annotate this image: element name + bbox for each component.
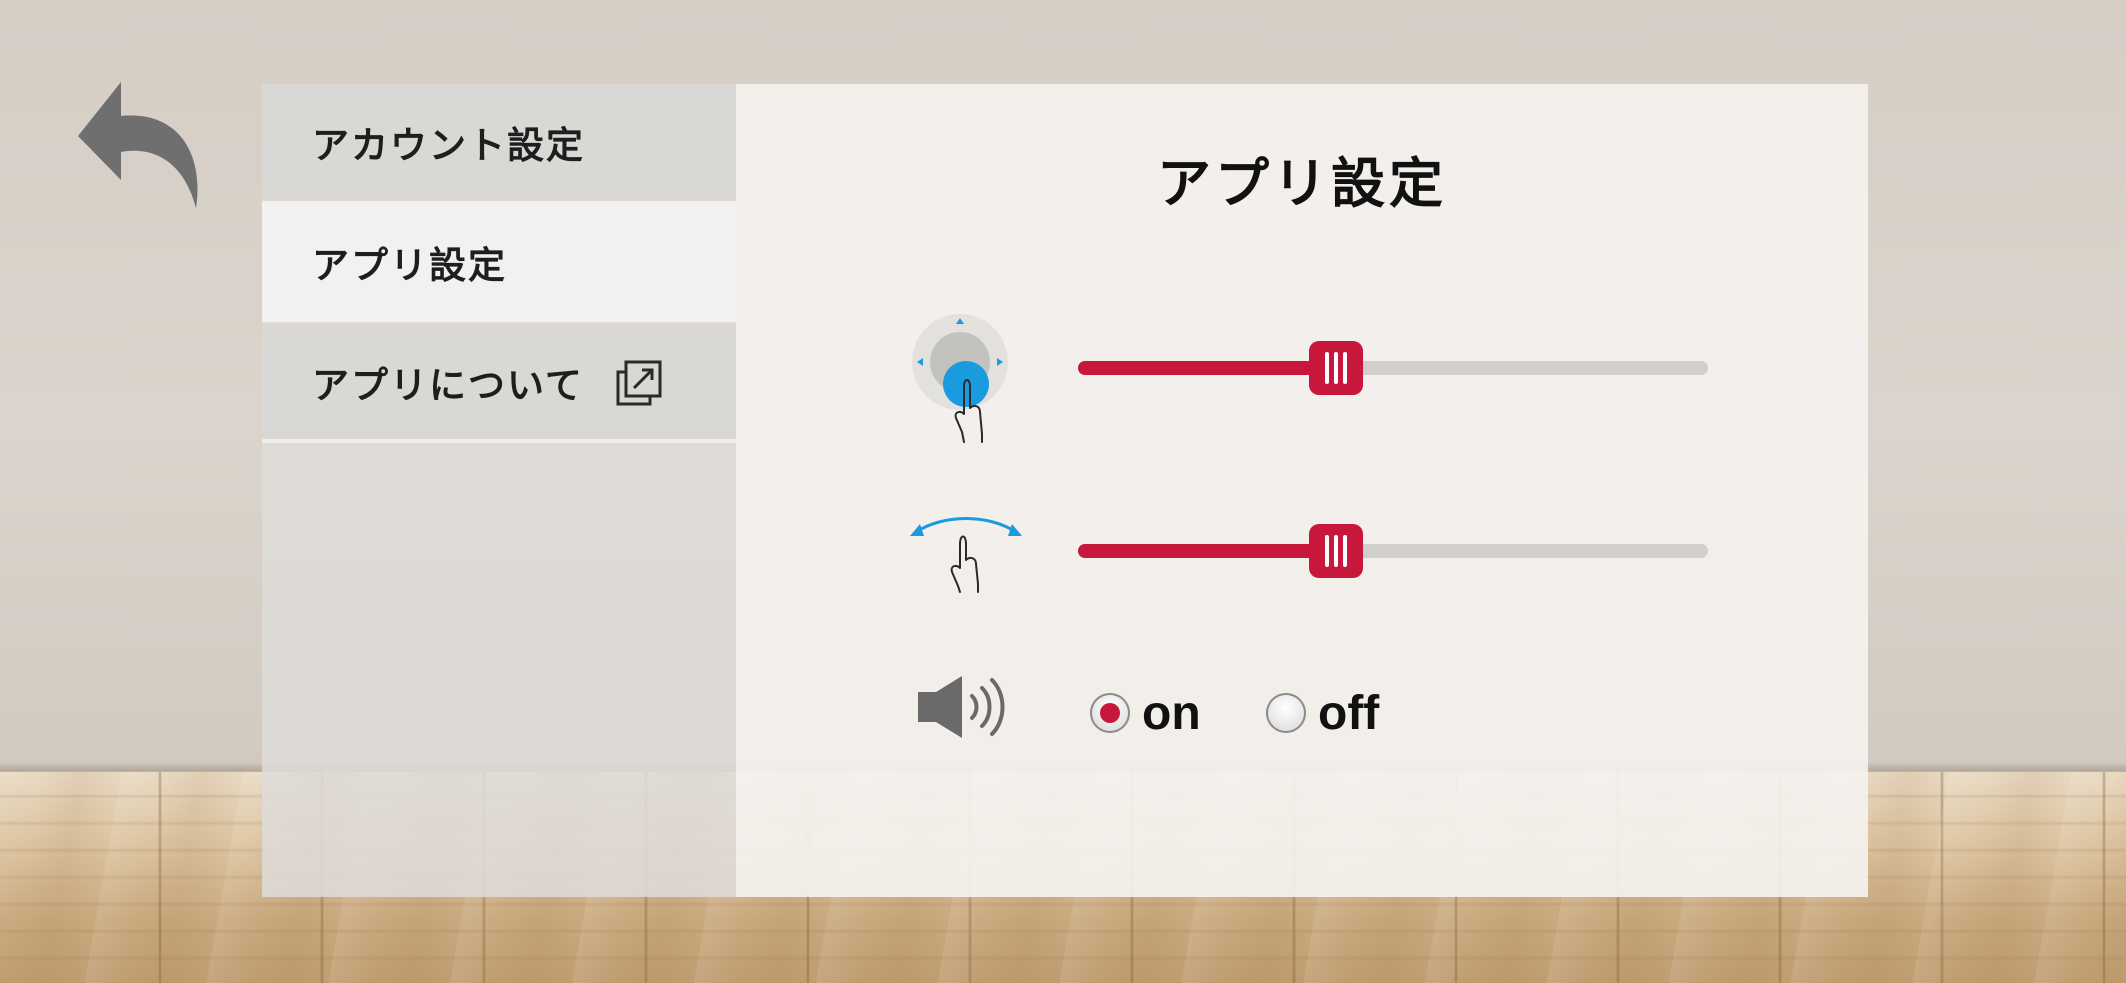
back-button[interactable]	[76, 82, 204, 210]
settings-panel: アカウント設定 アプリ設定 アプリについて アプリ設定 on off	[262, 84, 1868, 897]
sidebar-item-label: アプリについて	[312, 363, 584, 407]
main-content: アプリ設定 on off	[736, 84, 1868, 897]
external-link-icon	[616, 360, 662, 405]
sound-off-radio[interactable]: off	[1266, 680, 1379, 746]
sidebar-item-about-app[interactable]: アプリについて	[262, 324, 736, 439]
joystick-touch-icon	[912, 314, 1008, 443]
sidebar-item-account-settings[interactable]: アカウント設定	[262, 84, 736, 199]
sound-on-radio[interactable]: on	[1090, 680, 1201, 746]
swipe-gesture-icon	[910, 517, 1022, 593]
back-arrow-icon	[78, 82, 198, 208]
radio-label-on: on	[1142, 686, 1201, 740]
page-title: アプリ設定	[1157, 152, 1447, 215]
radio-dot	[1100, 703, 1120, 723]
slider-fill	[1078, 361, 1337, 375]
slider-thumb[interactable]	[1309, 341, 1364, 395]
radio-button-checked[interactable]	[1090, 693, 1130, 733]
sidebar-divider	[262, 439, 736, 443]
sidebar-item-label: アカウント設定	[312, 123, 585, 167]
app-screen: アカウント設定 アプリ設定 アプリについて アプリ設定 on off	[0, 0, 2126, 983]
slider-fill	[1078, 544, 1337, 558]
sensitivity-slider[interactable]	[1078, 339, 1708, 397]
radio-button-unchecked[interactable]	[1266, 693, 1306, 733]
sidebar-item-label: アプリ設定	[312, 243, 507, 287]
sidebar-item-app-settings[interactable]: アプリ設定	[262, 201, 736, 322]
slider-thumb[interactable]	[1309, 524, 1364, 578]
radio-label-off: off	[1318, 686, 1380, 740]
swipe-speed-slider[interactable]	[1078, 522, 1708, 580]
sidebar: アカウント設定 アプリ設定 アプリについて	[262, 84, 736, 897]
speaker-icon	[918, 676, 1005, 738]
